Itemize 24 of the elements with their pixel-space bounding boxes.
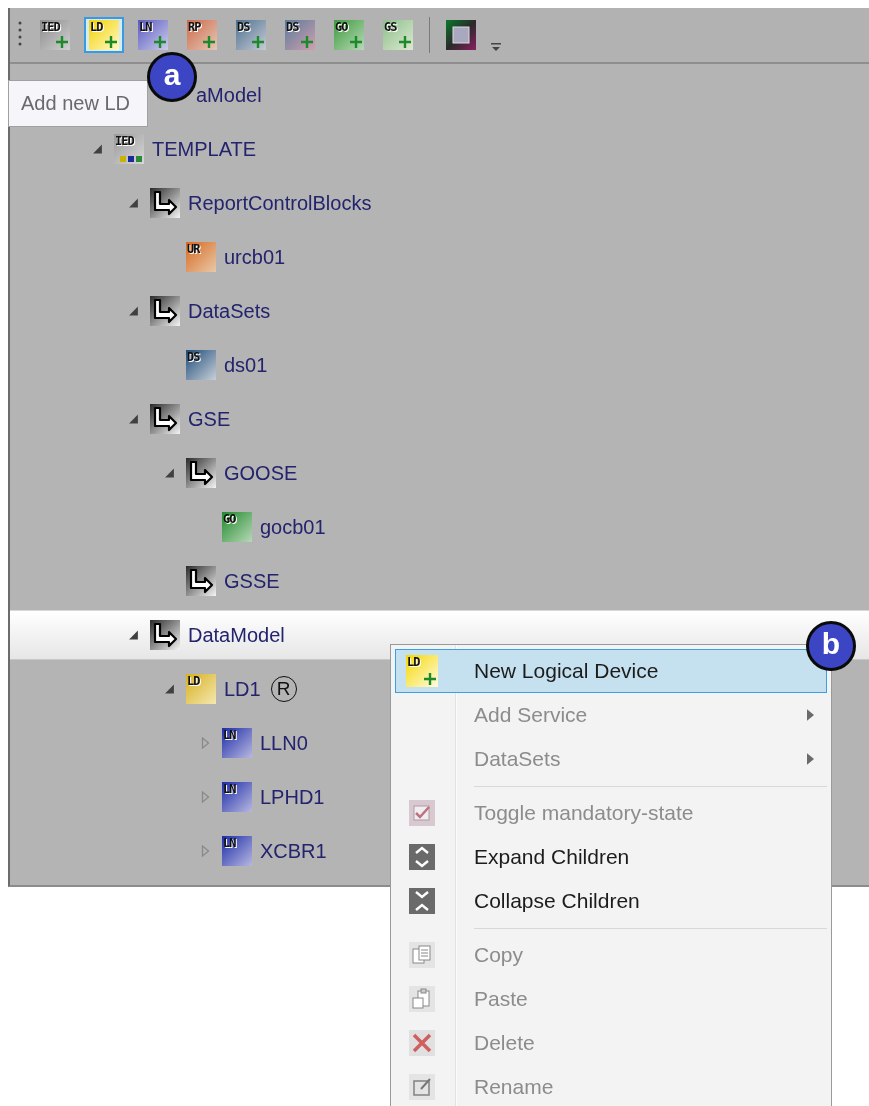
ln-badge-icon: LN (222, 836, 252, 866)
go-badge-icon: GO (222, 512, 252, 542)
node-label: TEMPLATE (152, 137, 257, 161)
ds-badge-icon: DS (186, 350, 216, 380)
node-label: urcb01 (224, 245, 286, 269)
ied-badge-icon: IED (114, 134, 144, 164)
node-label: GOOSE (224, 461, 298, 485)
ln-badge-icon: LN (222, 728, 252, 758)
ln-badge-icon: LN (222, 782, 252, 812)
add-device-icon: LD (406, 655, 438, 687)
node-label: XCBR1 (260, 839, 327, 863)
tooltip: Add new LD (8, 80, 148, 127)
node-label: LD1 (224, 677, 261, 701)
urcb-badge-icon: UR (186, 242, 216, 272)
node-label: GSE (188, 407, 231, 431)
node-label: LPHD1 (260, 785, 325, 809)
node-label: ds01 (224, 353, 268, 377)
node-label: ReportControlBlocks (188, 191, 372, 215)
node-label: gocb01 (260, 515, 326, 539)
node-label: DataSets (188, 299, 271, 323)
node-label: GSSE (224, 569, 280, 593)
ld-badge-icon: LD (186, 674, 216, 704)
node-label: DataModel (188, 623, 285, 647)
node-label: LLN0 (260, 731, 308, 755)
